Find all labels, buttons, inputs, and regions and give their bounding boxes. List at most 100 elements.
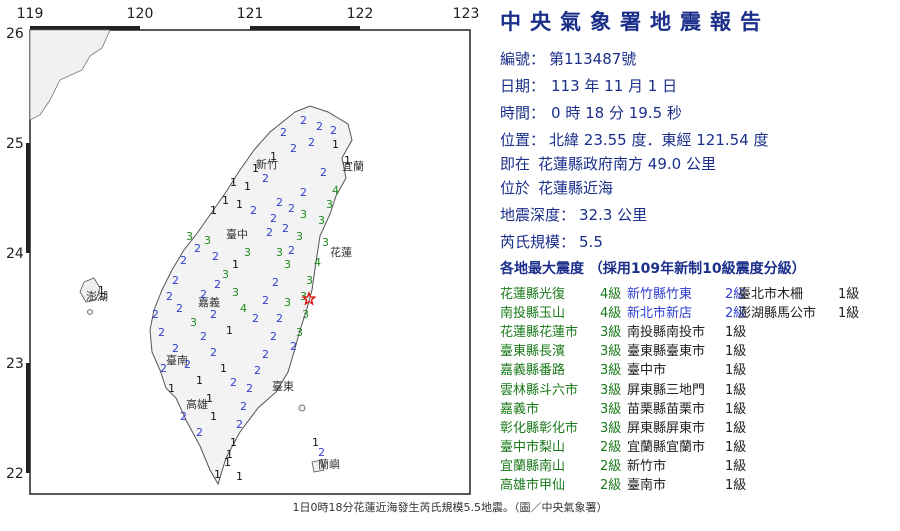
place-label: 高雄 (186, 397, 208, 411)
location-value: 北緯 23.55 度．東經 121.54 度 (549, 131, 769, 149)
station-intensity-mark: 2 (330, 124, 337, 137)
intensity-level: 1級 (725, 401, 747, 417)
station-intensity-mark: 2 (194, 242, 201, 255)
number-label: 編號： (500, 50, 546, 68)
intensity-level: 3級 (600, 420, 622, 436)
station-intensity-mark: 1 (236, 470, 243, 483)
station-intensity-mark: 2 (200, 288, 207, 301)
intensity-table-row: 嘉義市 3級 苗栗縣苗栗市 1級 (500, 398, 900, 417)
station-intensity-mark: 3 (318, 214, 325, 227)
station-intensity-mark: 2 (282, 222, 289, 235)
report-number-row: 編號： 第113487號 (500, 48, 636, 69)
intensity-level: 2級 (600, 458, 622, 474)
station-intensity-mark: 3 (296, 326, 303, 339)
report-time-row: 時間： 0 時 18 分 19.5 秒 (500, 102, 682, 123)
intensity-place: 南投縣玉山 (500, 306, 566, 322)
intensity-level: 3級 (600, 382, 622, 398)
station-intensity-mark: 2 (250, 204, 257, 217)
station-intensity-mark: 1 (270, 150, 277, 163)
relative-value: 花蓮縣政府南方 49.0 公里 (538, 155, 716, 173)
lon-tick-120: 120 (126, 6, 154, 22)
intensity-level: 4級 (600, 306, 622, 322)
place-label: 蘭嶼 (318, 457, 340, 471)
station-intensity-mark: 3 (300, 208, 307, 221)
station-intensity-mark: 2 (300, 186, 307, 199)
station-intensity-mark: 3 (204, 234, 211, 247)
report-relative-row: 即在 花蓮縣政府南方 49.0 公里 (500, 153, 716, 174)
station-intensity-mark: 2 (180, 254, 187, 267)
station-intensity-mark: 2 (152, 308, 159, 321)
station-intensity-mark: 2 (196, 426, 203, 439)
station-intensity-mark: 2 (276, 312, 283, 325)
image-caption: 1日0時18分花蓮近海發生芮氏規模5.5地震。（圖／中央氣象署） (292, 501, 608, 514)
time-label: 時間： (500, 104, 546, 122)
intensity-place: 臺南市 (627, 478, 667, 493)
station-intensity-mark: 2 (266, 226, 273, 239)
intensity-table-row: 臺東縣長濱 3級 臺東縣臺東市 1級 (500, 340, 900, 359)
station-intensity-mark: 2 (254, 364, 261, 377)
lon-tick-123: 123 (452, 6, 480, 22)
intensity-table-row: 花蓮縣光復 4級 新竹縣竹東 2級 臺北市木柵 1級 (500, 283, 900, 302)
earthquake-report: 新竹 宜蘭 臺中 花蓮 澎湖 嘉義 臺南 高雄 臺東 蘭嶼 2 2 2 2 2 2 1 1 2 1 1 1 1 1 2 2 2 2 2 2… (0, 0, 900, 497)
station-intensity-mark: 2 (210, 308, 217, 321)
intensity-place: 嘉義市 (500, 401, 540, 417)
station-intensity-mark: 4 (240, 302, 247, 315)
station-intensity-mark: 1 (220, 362, 227, 375)
intensity-table-row: 高雄市甲仙 2級 臺南市 1級 (500, 474, 900, 493)
station-intensity-mark: 2 (246, 382, 253, 395)
station-intensity-mark: 3 (232, 286, 239, 299)
station-intensity-mark: 3 (284, 296, 291, 309)
report-title: 中央氣象署地震報告 (500, 10, 770, 34)
station-intensity-mark: 1 (332, 138, 339, 151)
station-intensity-mark: 2 (158, 326, 165, 339)
map-canvas: 新竹 宜蘭臺中花蓮澎湖 嘉義臺南高雄臺東蘭嶼2 2 22221121111 1 222 222… (26, 26, 471, 495)
station-intensity-mark: 2 (160, 362, 167, 375)
station-intensity-mark: 3 (302, 308, 309, 321)
station-intensity-mark: 2 (272, 276, 279, 289)
report-depth-row: 地震深度： 32.3 公里 (500, 204, 647, 225)
intensity-table-row: 雲林縣斗六市 3級 屏東縣三地門 1級 (500, 379, 900, 398)
report-location-row: 位置： 北緯 23.55 度．東經 121.54 度 (500, 129, 769, 150)
station-intensity-mark: 2 (252, 312, 259, 325)
lon-tick-119: 119 (16, 6, 44, 22)
station-intensity-mark: 3 (190, 316, 197, 329)
station-intensity-mark: 3 (186, 230, 193, 243)
station-intensity-mark: 1 (252, 162, 259, 175)
station-intensity-mark: 1 (210, 410, 217, 423)
intensity-place: 屏東縣三地門 (627, 382, 706, 398)
intensity-place: 雲林縣斗六市 (500, 382, 579, 398)
intensity-table-row: 彰化縣彰化市 3級 屏東縣屏東市 1級 (500, 417, 900, 436)
station-intensity-mark: 2 (166, 290, 173, 303)
intensity-level: 4級 (600, 287, 622, 302)
lat-tick-25: 25 (6, 136, 24, 152)
intensity-table-row: 臺中市梨山 2級 宜蘭縣宜蘭市 1級 (500, 436, 900, 455)
lat-tick-23: 23 (6, 356, 24, 372)
station-intensity-mark: 2 (236, 418, 243, 431)
intensity-place: 新竹縣竹東 (627, 287, 693, 302)
intensity-place: 高雄市甲仙 (500, 478, 566, 493)
intensity-place: 臺東縣臺東市 (627, 344, 706, 360)
intensity-level: 1級 (725, 478, 747, 493)
station-intensity-mark: 2 (290, 142, 297, 155)
report-panel: 中央氣象署地震報告 編號： 第113487號 日期： 113 年 11 月 1 日 … (494, 0, 900, 497)
intensity-place: 臺中市梨山 (500, 439, 566, 455)
station-intensity-mark: 3 (296, 230, 303, 243)
intensity-place: 臺東縣長濱 (500, 344, 566, 360)
magnitude-value: 5.5 (579, 233, 603, 251)
station-intensity-mark: 2 (300, 114, 307, 127)
station-intensity-mark: 3 (326, 198, 333, 211)
intensity-level: 1級 (725, 382, 747, 398)
lat-tick-24: 24 (6, 246, 24, 262)
intensity-place: 彰化縣彰化市 (500, 420, 579, 436)
report-region-row: 位於 花蓮縣近海 (500, 177, 613, 198)
station-intensity-mark: 2 (290, 340, 297, 353)
intensity-level: 2級 (600, 478, 622, 493)
station-intensity-mark: 2 (262, 294, 269, 307)
intensity-place: 宜蘭縣宜蘭市 (627, 439, 706, 455)
report-magnitude-row: 芮氏規模： 5.5 (500, 231, 603, 252)
station-intensity-mark: 2 (318, 446, 325, 459)
station-intensity-mark: 1 (210, 204, 217, 217)
intensity-level: 3級 (600, 325, 622, 341)
station-intensity-mark: 4 (332, 184, 339, 197)
station-intensity-mark: 1 (98, 284, 105, 297)
